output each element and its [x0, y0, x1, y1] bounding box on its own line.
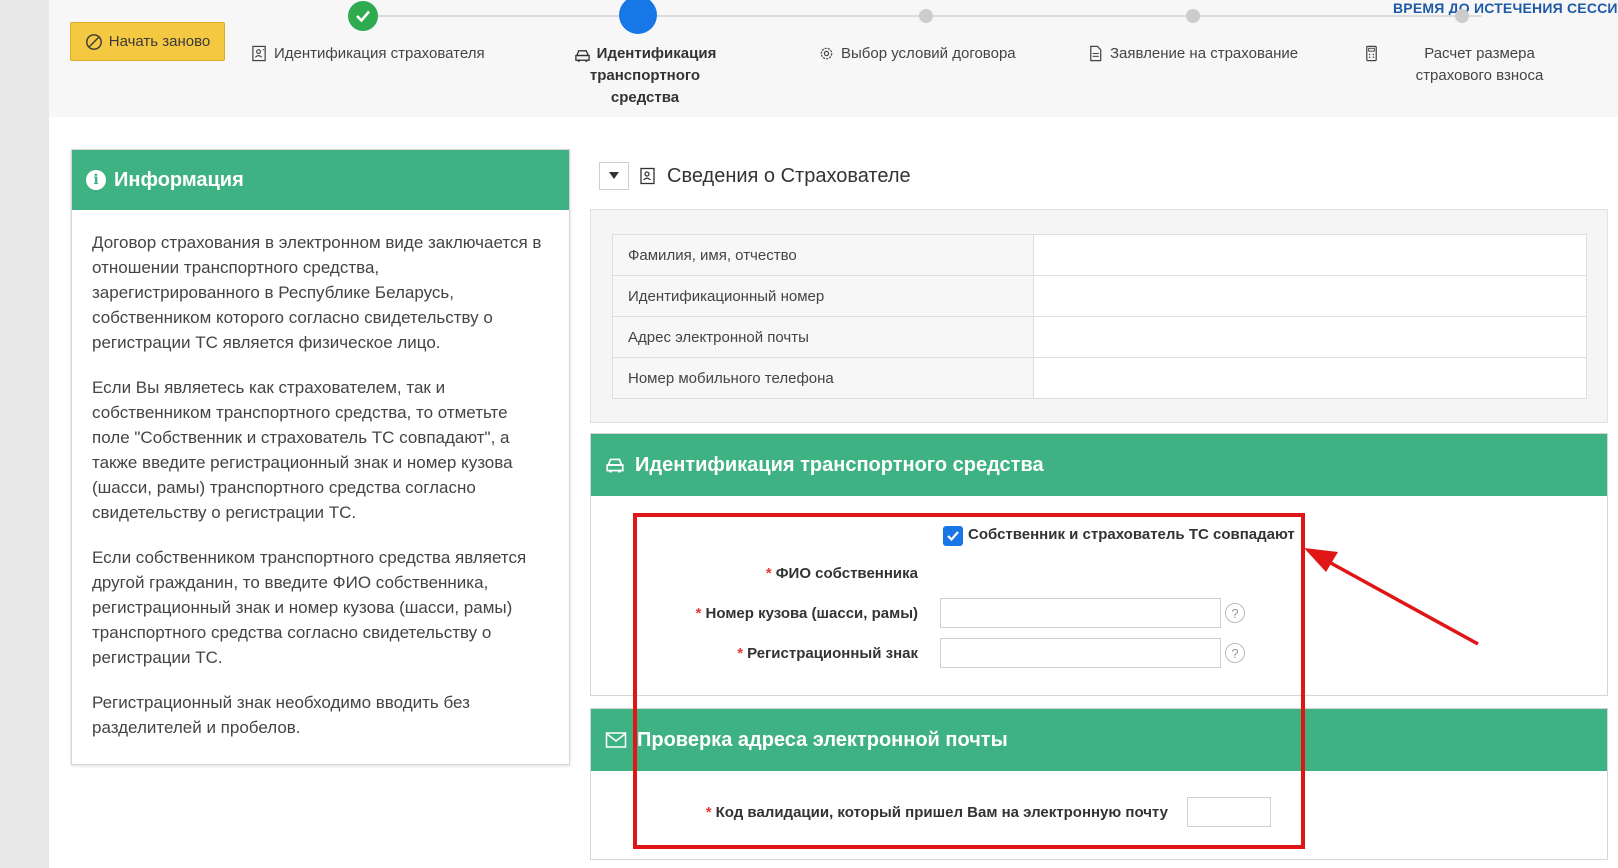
step-label: Выбор условий договора	[841, 45, 1016, 62]
step-label: Расчет размера страхового взноса	[1415, 45, 1544, 84]
step-pending-indicator	[1186, 9, 1200, 23]
validation-code-input[interactable]	[1187, 797, 1271, 827]
id-card-icon	[640, 167, 655, 185]
validation-code-label: * Код валидации, который пришел Вам на эл…	[706, 804, 1168, 821]
body-number-label-text: Номер кузова (шасси, рамы)	[705, 605, 918, 622]
required-mark: *	[737, 645, 744, 662]
step-label: Идентификация	[596, 45, 717, 62]
insurer-info-box: Фамилия, имя, отчество Идентификационный…	[590, 209, 1608, 423]
caret-down-icon	[609, 172, 619, 179]
envelope-icon	[605, 732, 627, 748]
body-number-label: * Номер кузова (шасси, рамы)	[696, 605, 918, 622]
step-insurance-application[interactable]: Заявление на страхование	[1087, 43, 1298, 65]
checkmark-icon	[947, 531, 959, 542]
required-mark: *	[765, 565, 772, 582]
insurer-section-header: Сведения о Страхователе	[599, 162, 911, 190]
help-icon[interactable]: ?	[1225, 643, 1245, 663]
restart-button[interactable]: Начать заново	[70, 22, 225, 61]
row-value	[1033, 357, 1587, 399]
collapse-toggle-button[interactable]	[599, 162, 629, 190]
owner-name-label: * ФИО собственника	[766, 565, 918, 582]
owner-matches-label[interactable]: Собственник и страхователь ТС совпадают	[968, 526, 1295, 543]
insurer-section-title: Сведения о Страхователе	[667, 164, 911, 187]
step-label: Заявление на страхование	[1110, 45, 1299, 62]
info-paragraph: Договор страхования в электронном виде з…	[92, 233, 542, 352]
row-label: Фамилия, имя, отчество	[612, 234, 1034, 276]
owner-matches-checkbox[interactable]	[943, 526, 963, 546]
step-done-indicator	[348, 1, 378, 31]
calculator-icon	[1366, 45, 1377, 62]
info-paragraph: Регистрационный знак необходимо вводить …	[92, 693, 470, 737]
reg-sign-label: * Регистрационный знак	[737, 645, 918, 662]
reg-sign-label-text: Регистрационный знак	[747, 645, 918, 662]
left-gutter	[0, 0, 49, 868]
info-icon: i	[86, 170, 106, 190]
step-insurer-identification[interactable]: Идентификация страхователя	[251, 43, 485, 65]
id-card-icon	[252, 45, 266, 62]
step-pending-indicator	[919, 9, 933, 23]
checkmark-icon	[356, 10, 370, 23]
required-mark: *	[705, 804, 712, 821]
email-verification-section: Проверка адреса электронной почты	[590, 708, 1608, 860]
row-label: Адрес электронной почты	[612, 316, 1034, 358]
car-icon	[606, 458, 624, 473]
info-panel-title: Информация	[114, 168, 244, 191]
row-label: Идентификационный номер	[612, 275, 1034, 317]
info-panel-body: Договор страхования в электронном виде з…	[72, 210, 569, 740]
row-value	[1033, 275, 1587, 317]
help-icon[interactable]: ?	[1225, 603, 1245, 623]
step-label: транспортного средства	[589, 67, 701, 106]
step-contract-conditions[interactable]: Выбор условий договора	[818, 43, 1016, 65]
reg-sign-input[interactable]	[940, 638, 1221, 668]
info-panel-header: i Информация	[72, 150, 569, 210]
vehicle-section-title: Идентификация транспортного средства	[635, 453, 1044, 476]
info-panel: i Информация Договор страхования в элект…	[71, 149, 570, 765]
vehicle-section-header: Идентификация транспортного средства	[591, 434, 1607, 496]
table-row: Фамилия, имя, отчество	[612, 234, 1587, 276]
info-paragraph: Если собственником транспортного средств…	[92, 548, 527, 667]
email-section-header: Проверка адреса электронной почты	[591, 709, 1607, 771]
table-row: Номер мобильного телефона	[612, 357, 1587, 399]
owner-name-label-text: ФИО собственника	[775, 565, 918, 582]
row-value	[1033, 234, 1587, 276]
row-label: Номер мобильного телефона	[612, 357, 1034, 399]
step-label: Идентификация страхователя	[274, 45, 485, 62]
body-number-input[interactable]	[940, 598, 1221, 628]
session-timer-label: ВРЕМЯ ДО ИСТЕЧЕНИЯ СЕССИИ:	[1393, 0, 1618, 16]
step-pending-indicator	[1455, 9, 1469, 23]
gear-icon	[820, 47, 833, 60]
table-row: Идентификационный номер	[612, 275, 1587, 317]
table-row: Адрес электронной почты	[612, 316, 1587, 358]
document-icon	[1090, 45, 1102, 62]
insurer-info-table: Фамилия, имя, отчество Идентификационный…	[612, 234, 1587, 399]
car-icon	[574, 49, 590, 62]
required-mark: *	[695, 605, 702, 622]
validation-code-label-text: Код валидации, который пришел Вам на эле…	[715, 804, 1168, 821]
step-premium-calculation[interactable]: Расчет размера страхового взноса	[1363, 43, 1573, 87]
email-section-title: Проверка адреса электронной почты	[637, 728, 1008, 751]
cancel-circle-icon	[85, 33, 102, 50]
restart-button-label: Начать заново	[108, 33, 211, 50]
step-vehicle-identification[interactable]: Идентификация транспортного средства	[555, 43, 735, 109]
row-value	[1033, 316, 1587, 358]
info-paragraph: Если Вы являетесь как страхователем, так…	[92, 378, 513, 522]
